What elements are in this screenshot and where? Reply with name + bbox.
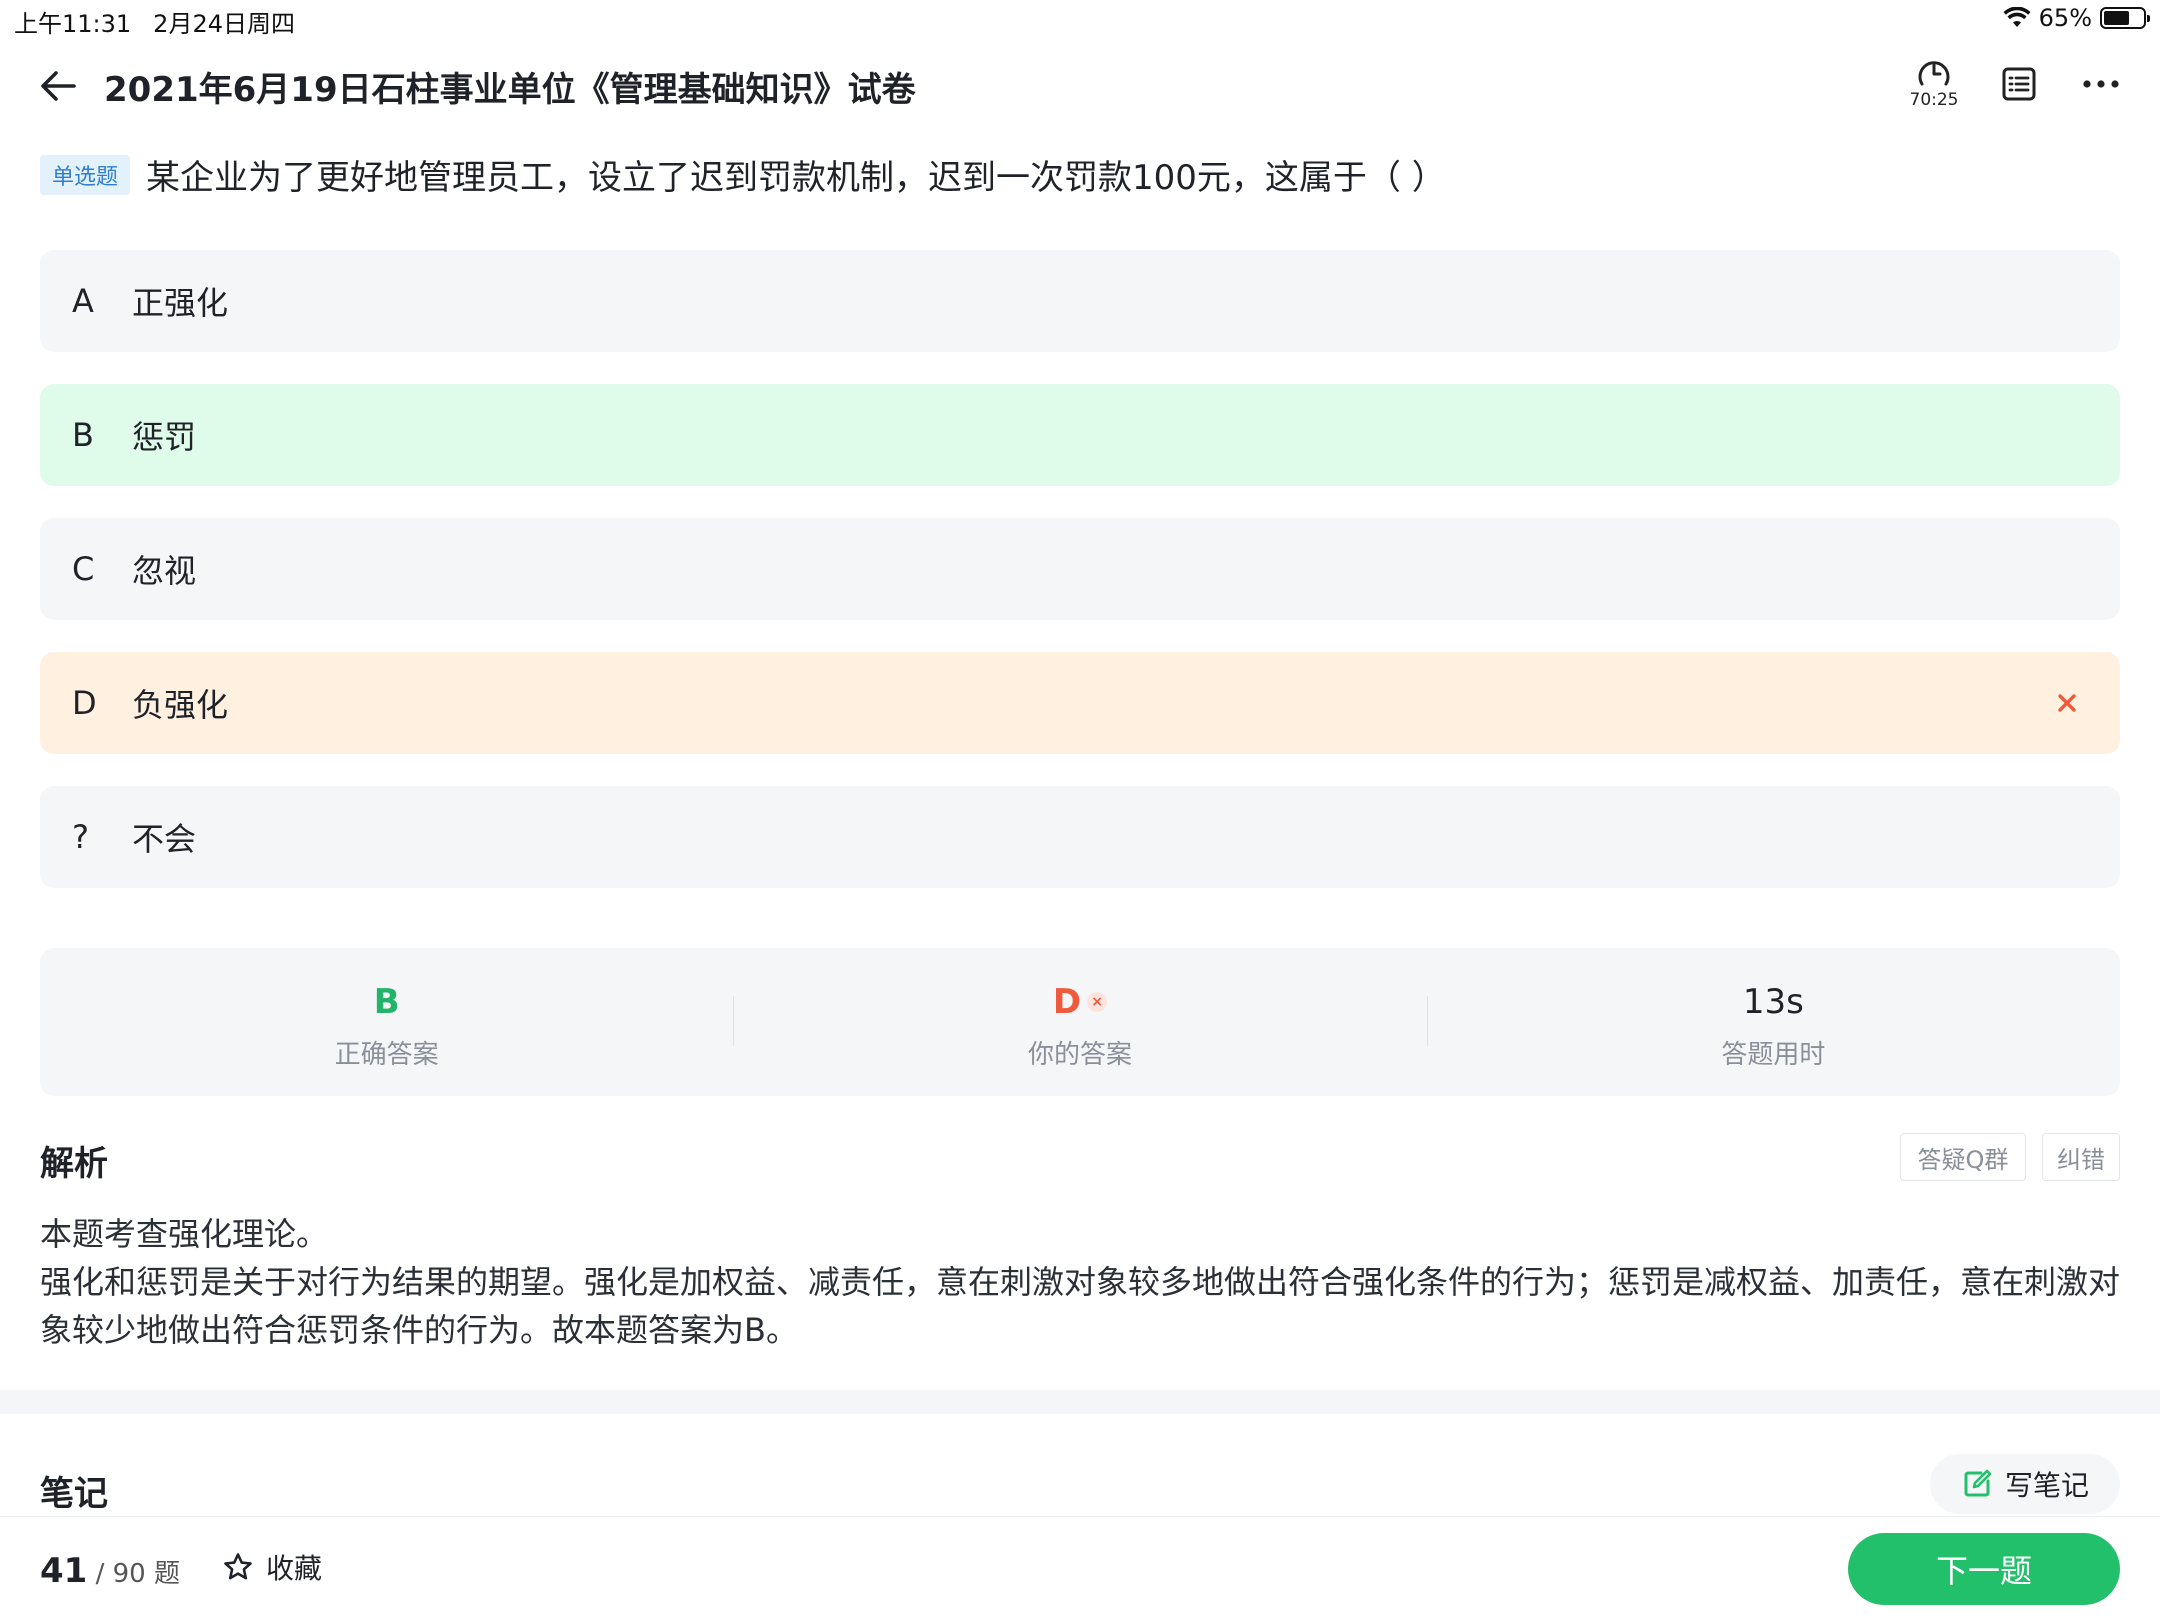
more-dots-icon	[2083, 80, 2119, 88]
your-answer: D × 你的答案	[733, 948, 1426, 1096]
option-key: C	[72, 550, 95, 588]
header: 2021年6月19日石柱事业单位《管理基础知识》试卷 70:25	[0, 50, 2160, 120]
answer-time-label: 答题用时	[1721, 1040, 1826, 1070]
status-date: 2月24日周四	[153, 10, 295, 38]
question-progress[interactable]: 41 / 90 题	[40, 1551, 180, 1591]
bottom-bar: 41 / 90 题 收藏 下一题	[0, 1516, 2160, 1620]
correct-answer: B 正确答案	[40, 948, 733, 1096]
answer-time-value: 13s	[1742, 982, 1804, 1022]
favorite-label: 收藏	[266, 1552, 323, 1585]
qq-group-button[interactable]: 答疑Q群	[1900, 1133, 2026, 1181]
option-text: 正强化	[132, 284, 229, 322]
question: 单选题 某企业为了更好地管理员工，设立了迟到罚款机制，迟到一次罚款100元，这属…	[40, 150, 2130, 199]
your-answer-label: 你的答案	[1027, 1040, 1132, 1070]
correct-answer-label: 正确答案	[334, 1040, 439, 1070]
status-time: 上午11:31	[14, 10, 132, 38]
section-divider	[0, 1390, 2160, 1414]
answer-summary: B 正确答案 D × 你的答案 13s 答题用时	[40, 948, 2120, 1096]
wrong-badge-icon: ×	[1087, 992, 1108, 1012]
option-key: B	[72, 416, 94, 454]
page-title: 2021年6月19日石柱事业单位《管理基础知识》试卷	[104, 70, 916, 110]
question-text: 某企业为了更好地管理员工，设立了迟到罚款机制，迟到一次罚款100元，这属于（ ）	[146, 158, 1446, 198]
option-key: A	[72, 282, 94, 320]
answer-sheet-button[interactable]	[1999, 64, 2039, 104]
analysis-title: 解析	[40, 1144, 108, 1184]
your-answer-value: D	[1052, 982, 1082, 1022]
more-button[interactable]	[2076, 64, 2126, 104]
answer-time: 13s 答题用时	[1426, 948, 2120, 1096]
analysis-body: 本题考查强化理论。 强化和惩罚是关于对行为结果的期望。强化是加权益、减责任，意在…	[40, 1210, 2120, 1354]
timer-button[interactable]: 70:25	[1908, 58, 1960, 118]
status-bar: 上午11:31 2月24日周四 65%	[0, 0, 2160, 40]
timer-value: 70:25	[1909, 90, 1959, 110]
status-right: 65%	[2003, 4, 2150, 32]
next-question-button[interactable]: 下一题	[1848, 1533, 2120, 1605]
arrow-left-icon	[41, 71, 76, 101]
write-note-label: 写笔记	[2004, 1469, 2089, 1502]
option-b[interactable]: B 惩罚	[40, 384, 2120, 486]
favorite-button[interactable]: 收藏	[222, 1547, 322, 1587]
edit-icon	[1964, 1469, 1992, 1497]
option-unknown[interactable]: ? 不会	[40, 786, 2120, 888]
option-c[interactable]: C 忽视	[40, 518, 2120, 620]
correct-answer-value: B	[373, 982, 400, 1022]
your-answer-row: D ×	[733, 982, 1426, 1022]
analysis-line: 本题考查强化理论。	[40, 1215, 329, 1253]
option-text: 忽视	[132, 552, 197, 590]
question-type-badge: 单选题	[40, 154, 131, 195]
option-key: D	[72, 684, 97, 722]
battery-percent: 65%	[2038, 4, 2092, 32]
status-left: 上午11:31 2月24日周四	[14, 4, 295, 39]
option-text: 负强化	[132, 686, 229, 724]
battery-icon	[2100, 7, 2150, 29]
write-note-button[interactable]: 写笔记	[1930, 1454, 2120, 1514]
list-icon	[2002, 67, 2036, 101]
total-questions: / 90 题	[95, 1559, 180, 1589]
wrong-mark-icon	[2058, 694, 2076, 712]
option-a[interactable]: A 正强化	[40, 250, 2120, 352]
option-text: 惩罚	[132, 418, 197, 456]
battery-fill	[2104, 11, 2129, 25]
current-question-number: 41	[40, 1551, 88, 1591]
wifi-icon	[2003, 7, 2031, 27]
star-icon	[224, 1553, 252, 1580]
report-error-button[interactable]: 纠错	[2042, 1133, 2120, 1181]
back-button[interactable]	[36, 64, 80, 108]
option-key: ?	[72, 818, 89, 856]
option-d[interactable]: D 负强化	[40, 652, 2120, 754]
clock-icon	[1918, 61, 1950, 86]
analysis-line: 强化和惩罚是关于对行为结果的期望。强化是加权益、减责任，意在刺激对象较多地做出符…	[40, 1263, 2121, 1349]
option-text: 不会	[132, 820, 197, 858]
notes-title: 笔记	[40, 1474, 108, 1514]
